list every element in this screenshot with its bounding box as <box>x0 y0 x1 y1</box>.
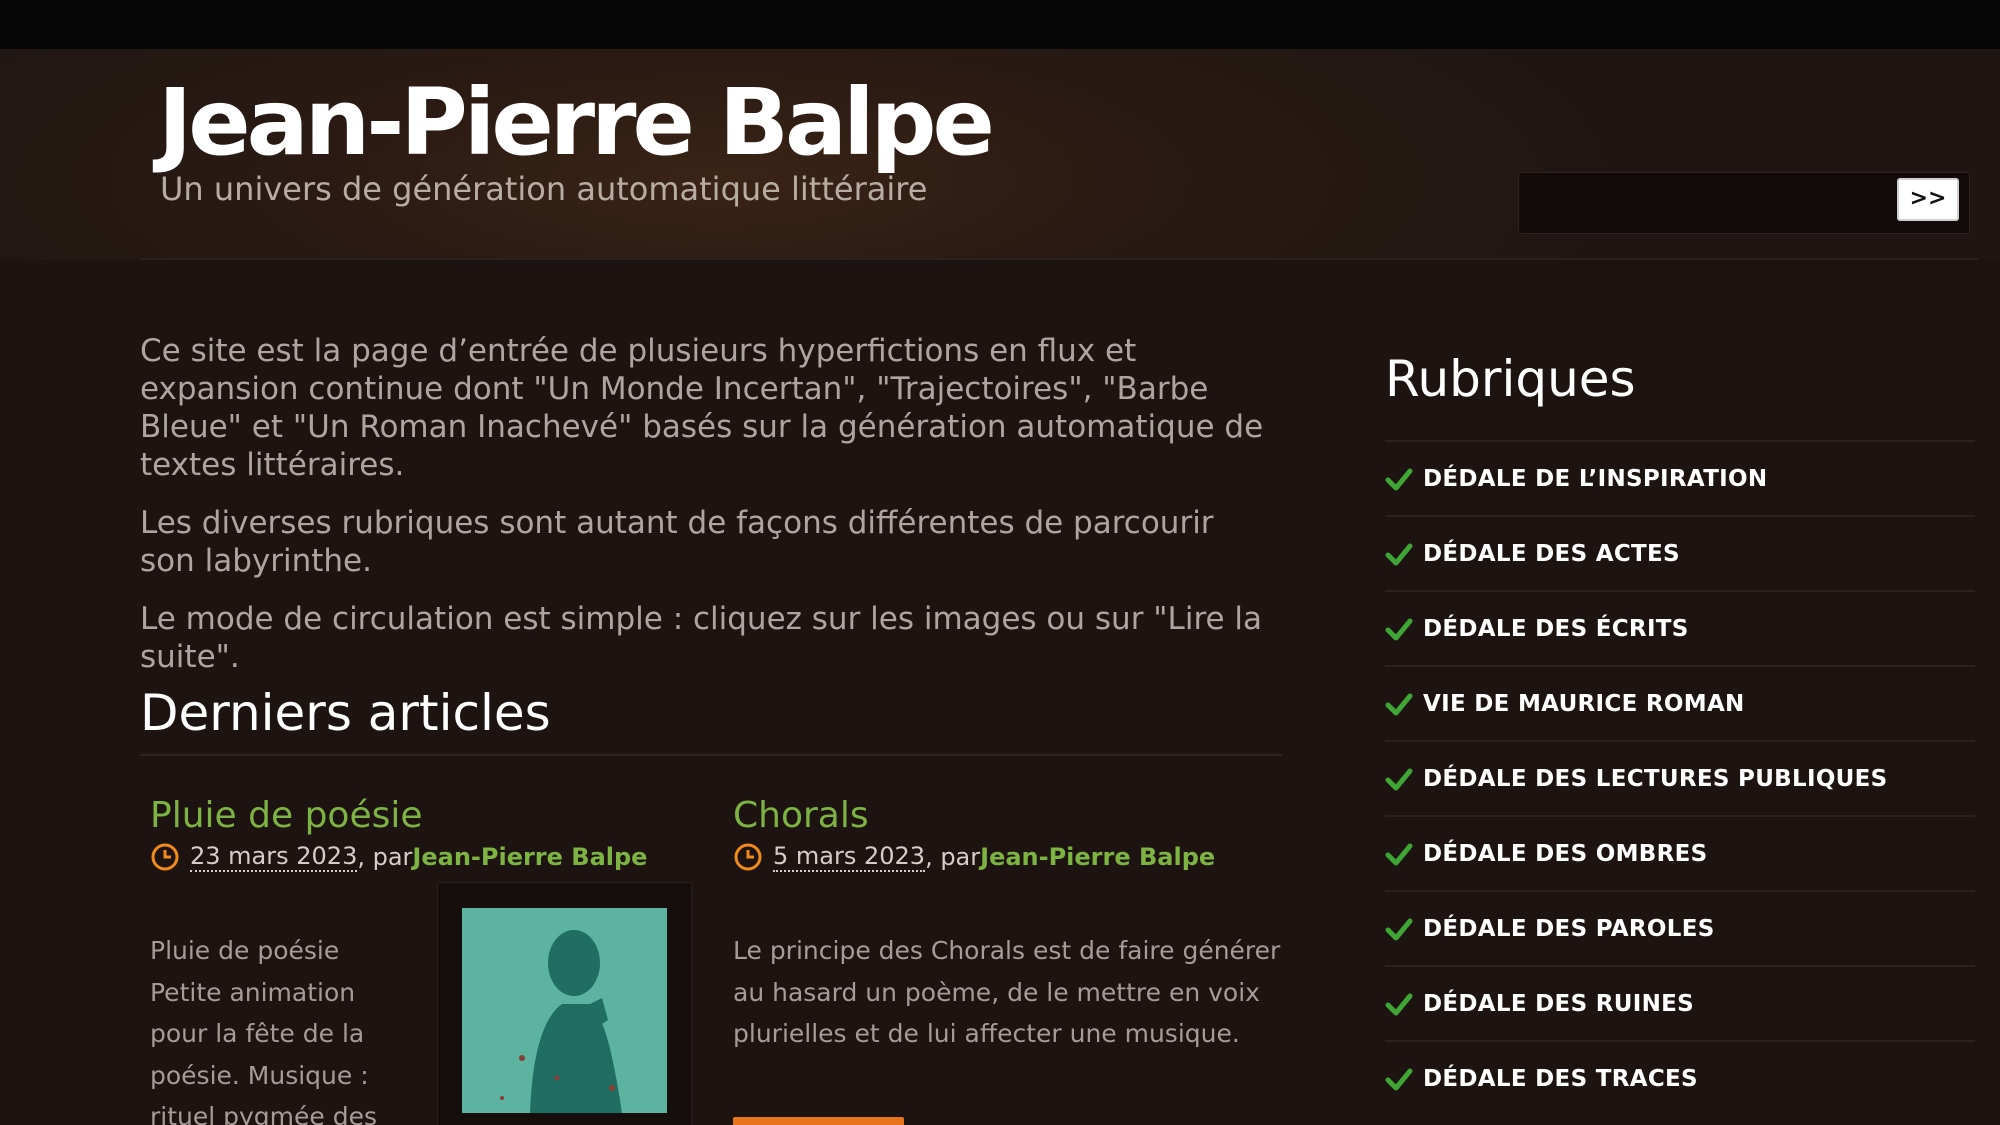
rubrique-label[interactable]: DÉDALE DES RUINES <box>1423 991 1694 1017</box>
excerpt-line: poésie. Musique : <box>150 1060 369 1090</box>
rubrique-item[interactable]: DÉDALE DES ACTES <box>1385 515 1975 590</box>
rubrique-label[interactable]: DÉDALE DE L’INSPIRATION <box>1423 466 1767 492</box>
check-icon <box>1385 918 1413 940</box>
excerpt-line: au hasard un poème, de le mettre en voix <box>733 977 1260 1007</box>
article-author-link[interactable]: Jean-Pierre Balpe <box>980 843 1215 871</box>
intro-paragraph: Le mode de circulation est simple : cliq… <box>140 601 1263 675</box>
article-byline-text: , par <box>925 843 981 871</box>
rubrique-item[interactable]: DÉDALE DE L’INSPIRATION <box>1385 440 1975 515</box>
sidebar-heading: Rubriques <box>1385 350 1636 408</box>
read-more-button[interactable] <box>733 1117 904 1125</box>
check-icon <box>1385 618 1413 640</box>
excerpt-line: plurielles et de lui affecter une musiqu… <box>733 1019 1240 1048</box>
check-icon <box>1385 843 1413 865</box>
article-meta: 5 mars 2023, par Jean-Pierre Balpe <box>733 842 1215 872</box>
clock-icon <box>734 843 762 871</box>
article-date: 23 mars 2023 <box>190 842 358 872</box>
header-divider <box>140 258 1978 260</box>
rubriques-list: DÉDALE DE L’INSPIRATION DÉDALE DES ACTES… <box>1385 440 1975 1115</box>
article-title-chorals[interactable]: Chorals <box>733 795 869 836</box>
rubrique-label[interactable]: DÉDALE DES PAROLES <box>1423 916 1715 942</box>
article-excerpt: Pluie de poésie Petite animation pour la… <box>150 930 400 1125</box>
search-input[interactable] <box>1527 181 1897 225</box>
article-author-link[interactable]: Jean-Pierre Balpe <box>412 843 647 871</box>
clock-icon <box>151 843 179 871</box>
check-icon <box>1385 993 1413 1015</box>
rubrique-label[interactable]: DÉDALE DES ACTES <box>1423 541 1680 567</box>
latest-articles-heading: Derniers articles <box>140 684 551 742</box>
excerpt-line: rituel pygmée des <box>150 1102 378 1125</box>
site-title[interactable]: Jean-Pierre Balpe <box>158 68 995 178</box>
excerpt-line: pour la fête de la <box>150 1019 365 1048</box>
excerpt-line: Pluie de poésie <box>150 936 340 965</box>
rubrique-label[interactable]: VIE DE MAURICE ROMAN <box>1423 691 1745 717</box>
article-byline-text: , par <box>357 843 413 871</box>
excerpt-line: Petite animation <box>150 977 356 1007</box>
excerpt-line: Le principe des Chorals est de faire gén… <box>733 936 1281 965</box>
article-thumbnail-image[interactable] <box>462 908 667 1113</box>
check-icon <box>1385 468 1413 490</box>
article-thumbnail-frame[interactable] <box>437 882 692 1125</box>
rubrique-label[interactable]: DÉDALE DES TRACES <box>1423 1066 1698 1092</box>
rubrique-item[interactable]: DÉDALE DES PAROLES <box>1385 890 1975 965</box>
intro-text: Ce site est la page d’entrée de plusieur… <box>140 332 1270 696</box>
latest-articles-divider <box>140 754 1282 756</box>
shadow-silhouette-photo <box>462 908 667 1113</box>
rubrique-item[interactable]: DÉDALE DES LECTURES PUBLIQUES <box>1385 740 1975 815</box>
rubrique-item[interactable]: DÉDALE DES OMBRES <box>1385 815 1975 890</box>
check-icon <box>1385 1068 1413 1090</box>
check-icon <box>1385 768 1413 790</box>
rubrique-label[interactable]: DÉDALE DES ÉCRITS <box>1423 616 1689 642</box>
search-form: >> <box>1518 172 1970 234</box>
site-tagline: Un univers de génération automatique lit… <box>160 170 928 208</box>
rubrique-item[interactable]: VIE DE MAURICE ROMAN <box>1385 665 1975 740</box>
intro-paragraph: Ce site est la page d’entrée de plusieur… <box>140 333 1264 483</box>
top-bar <box>0 0 2000 49</box>
rubrique-item[interactable]: DÉDALE DES TRACES <box>1385 1040 1975 1115</box>
intro-paragraph: Les diverses rubriques sont autant de fa… <box>140 505 1214 579</box>
rubrique-label[interactable]: DÉDALE DES LECTURES PUBLIQUES <box>1423 766 1888 792</box>
rubrique-label[interactable]: DÉDALE DES OMBRES <box>1423 841 1708 867</box>
check-icon <box>1385 543 1413 565</box>
article-meta: 23 mars 2023, par Jean-Pierre Balpe <box>150 842 647 872</box>
check-icon <box>1385 693 1413 715</box>
article-excerpt: Le principe des Chorals est de faire gén… <box>733 930 1293 1055</box>
article-title-pluie-de-poesie[interactable]: Pluie de poésie <box>150 795 423 836</box>
search-submit-button[interactable]: >> <box>1897 178 1959 221</box>
article-date: 5 mars 2023 <box>773 842 926 872</box>
rubrique-item[interactable]: DÉDALE DES ÉCRITS <box>1385 590 1975 665</box>
rubrique-item[interactable]: DÉDALE DES RUINES <box>1385 965 1975 1040</box>
